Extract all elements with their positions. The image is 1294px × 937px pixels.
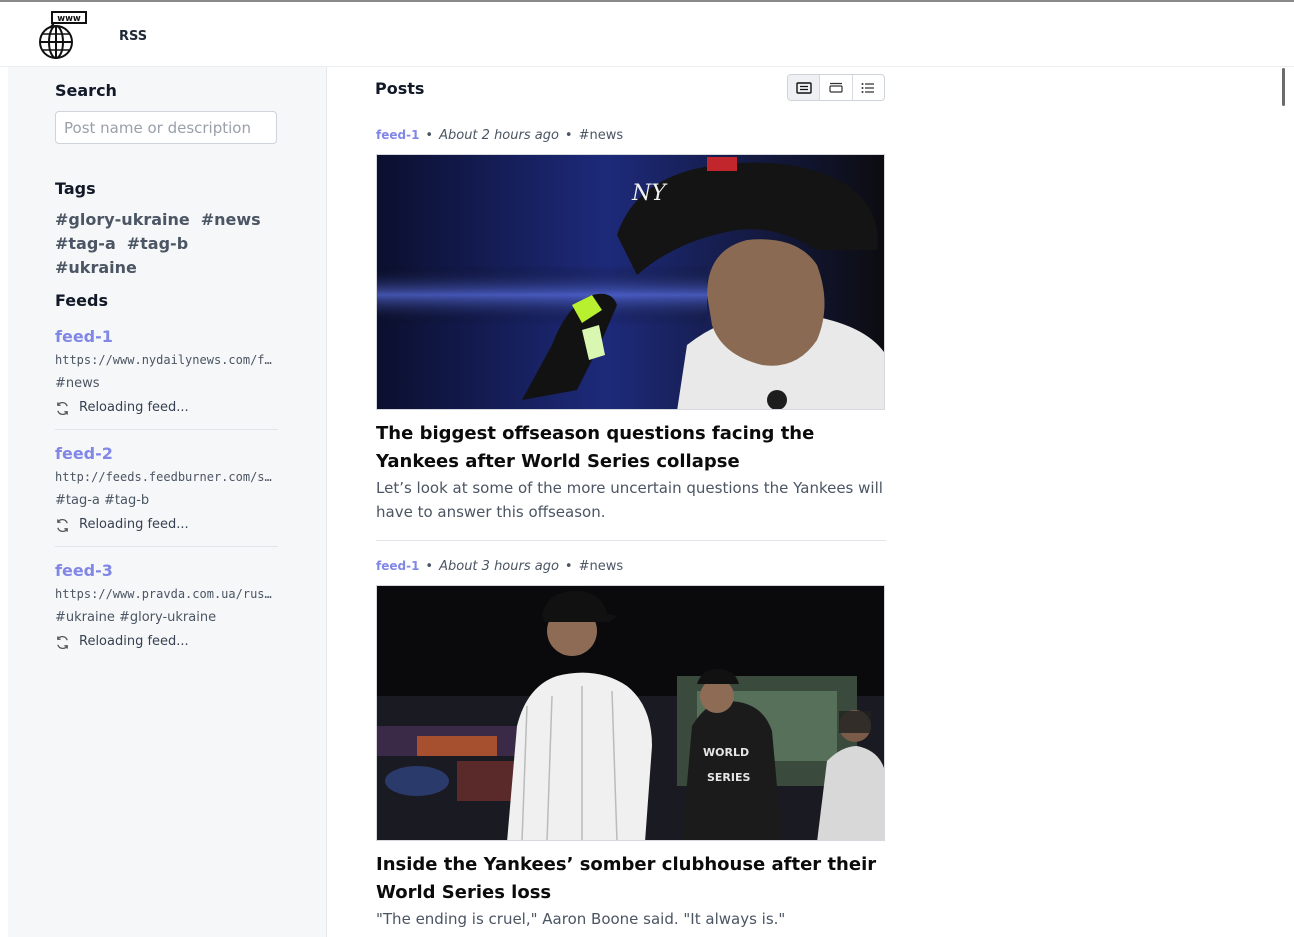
view-mode-toggle <box>787 74 885 101</box>
svg-text:www: www <box>57 14 81 24</box>
page-scrollbar[interactable] <box>1282 68 1285 106</box>
meta-separator: • <box>425 559 434 574</box>
post-meta: feed-1 • About 2 hours ago • #news <box>376 125 886 145</box>
nav-tab-rss-label: RSS <box>119 29 148 44</box>
search-input[interactable] <box>55 111 277 144</box>
feed-item: feed-1 https://www.nydailynews.com/feed/… <box>55 325 278 430</box>
tag-tag-b[interactable]: #tag-b <box>127 232 188 256</box>
top-navbar: www RSS <box>0 2 1294 69</box>
post-title[interactable]: Inside the Yankees’ somber clubhouse aft… <box>376 851 886 907</box>
refresh-icon <box>57 518 68 532</box>
post-title[interactable]: The biggest offseason questions facing t… <box>376 420 886 476</box>
svg-text:NY: NY <box>631 181 668 206</box>
card-view-icon[interactable] <box>788 75 821 100</box>
svg-text:WORLD: WORLD <box>703 746 749 759</box>
post-meta: feed-1 • About 3 hours ago • #news <box>376 556 886 576</box>
feed-name-link[interactable]: feed-2 <box>55 442 278 466</box>
feed-divider <box>55 546 278 547</box>
meta-separator: • <box>425 128 434 143</box>
feed-divider <box>55 429 278 430</box>
feed-status-text: Reloading feed... <box>79 634 189 649</box>
tag-ukraine[interactable]: #ukraine <box>55 256 137 280</box>
post-description: Let’s look at some of the more uncertain… <box>376 479 883 521</box>
feed-url: http://feeds.feedburner.com/simple <box>55 470 278 484</box>
feed-status: Reloading feed... <box>55 513 278 537</box>
tag-list: #glory-ukraine #news #tag-a #tag-b#ukraine <box>55 208 285 280</box>
post-divider <box>376 540 886 541</box>
svg-text:SERIES: SERIES <box>707 771 751 784</box>
posts-panel: Posts feed-1 • About 2 hours ago • #news <box>327 67 1294 937</box>
feed-tags: #news <box>55 376 100 391</box>
list-view-icon[interactable] <box>853 75 884 100</box>
post-tag-link[interactable]: #news <box>579 559 624 574</box>
feed-url: https://www.pravda.com.ua/rus/rss/ <box>55 587 278 601</box>
post-image[interactable]: WORLD SERIES <box>376 585 885 841</box>
feed-status-text: Reloading feed... <box>79 517 189 532</box>
post-time: About 3 hours ago <box>439 559 559 574</box>
feed-name-link[interactable]: feed-1 <box>55 325 278 349</box>
post-description: "The ending is cruel," Aaron Boone said.… <box>376 910 786 928</box>
posts-title: Posts <box>375 79 425 98</box>
nav-tab-rss[interactable]: RSS <box>115 4 148 69</box>
post-card: feed-1 • About 3 hours ago • #news WORLD… <box>376 556 886 931</box>
feeds-title: Feeds <box>55 291 108 310</box>
post-card: feed-1 • About 2 hours ago • #news NY Th… <box>376 125 886 541</box>
feed-item: feed-2 http://feeds.feedburner.com/simpl… <box>55 442 278 547</box>
globe-www-icon[interactable]: www <box>36 10 88 62</box>
tag-tag-a[interactable]: #tag-a <box>55 232 116 256</box>
compact-view-icon[interactable] <box>820 75 853 100</box>
meta-separator: • <box>564 128 573 143</box>
feed-item: feed-3 https://www.pravda.com.ua/rus/rss… <box>55 559 278 654</box>
tags-title: Tags <box>55 179 96 198</box>
refresh-icon <box>57 635 68 649</box>
post-tag-link[interactable]: #news <box>579 128 624 143</box>
search-title: Search <box>55 81 117 100</box>
tag-news[interactable]: #news <box>201 208 261 232</box>
post-time: About 2 hours ago <box>439 128 559 143</box>
sidebar: Search Tags #glory-ukraine #news #tag-a #t… <box>8 67 327 937</box>
feed-tags: #ukraine #glory-ukraine <box>55 610 217 625</box>
feed-tags: #tag-a #tag-b <box>55 493 150 508</box>
post-feed-link[interactable]: feed-1 <box>376 128 419 142</box>
post-feed-link[interactable]: feed-1 <box>376 559 419 573</box>
feed-status: Reloading feed... <box>55 630 278 654</box>
meta-separator: • <box>564 559 573 574</box>
feed-name-link[interactable]: feed-3 <box>55 559 278 583</box>
refresh-icon <box>57 401 68 415</box>
tag-glory-ukraine[interactable]: #glory-ukraine <box>55 208 190 232</box>
feed-status: Reloading feed... <box>55 396 278 420</box>
post-image[interactable]: NY <box>376 154 885 410</box>
feed-status-text: Reloading feed... <box>79 400 189 415</box>
feed-url: https://www.nydailynews.com/feed/ <box>55 353 278 367</box>
